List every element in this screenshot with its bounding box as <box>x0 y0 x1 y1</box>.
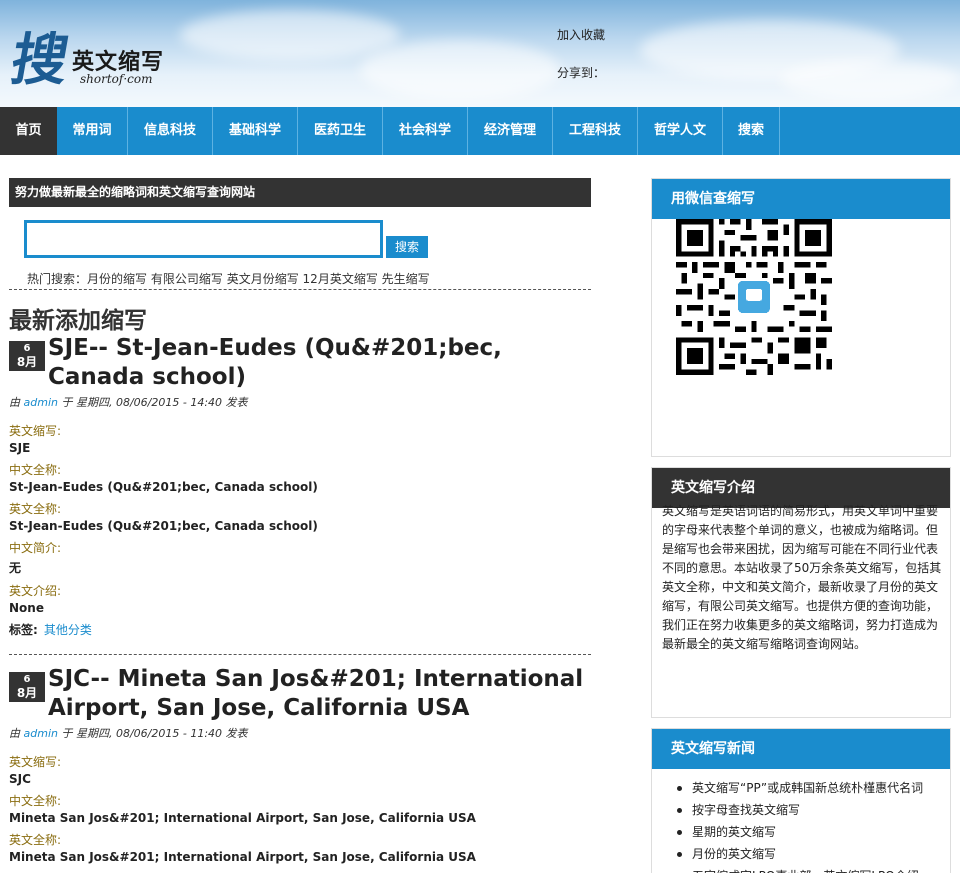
date-day: 6 <box>23 343 31 354</box>
search-button[interactable]: 搜索 <box>386 236 428 258</box>
nav-item-it[interactable]: 信息科技 <box>128 107 213 155</box>
post-title-link[interactable]: SJC-- Mineta San Jos&#201; International… <box>48 665 588 723</box>
search-input[interactable] <box>24 220 383 258</box>
nav-item-home[interactable]: 首页 <box>0 107 57 155</box>
post-meta: 由 admin 于 星期四, 08/06/2015 - 11:40 发表 <box>9 725 248 741</box>
news-item[interactable]: 英文缩写“PP”或成韩国新总统朴槿惠代名词 <box>676 777 923 799</box>
news-item[interactable]: 按字母查找英文缩写 <box>676 799 923 821</box>
field-label: 中文全称: <box>9 463 62 477</box>
site-logo[interactable]: 搜 英文缩写 shortof·com <box>6 27 182 100</box>
meta-date: 于 星期四, 08/06/2015 - 11:40 发表 <box>61 727 248 740</box>
nav-item-science[interactable]: 基础科学 <box>213 107 298 155</box>
divider <box>9 289 591 290</box>
field-value: None <box>9 601 44 615</box>
wechat-widget: 用微信查缩写 <box>651 178 951 457</box>
nav-item-social[interactable]: 社会科学 <box>383 107 468 155</box>
field-value: Mineta San Jos&#201; International Airpo… <box>9 850 476 864</box>
hot-search-link[interactable]: 英文月份缩写 <box>227 272 299 286</box>
date-day: 6 <box>23 674 31 685</box>
author-link[interactable]: admin <box>24 727 58 740</box>
field-label: 英文介绍: <box>9 584 62 598</box>
nav-item-engineering[interactable]: 工程科技 <box>553 107 638 155</box>
field-value: St-Jean-Eudes (Qu&#201;bec, Canada schoo… <box>9 519 318 533</box>
post-title-link[interactable]: SJE-- St-Jean-Eudes (Qu&#201;bec, Canada… <box>48 334 588 392</box>
meta-prefix: 由 <box>9 727 20 740</box>
hot-searches-label: 热门搜索： <box>27 272 88 286</box>
tag-label: 标签: <box>9 623 38 637</box>
field-value: St-Jean-Eudes (Qu&#201;bec, Canada schoo… <box>9 480 318 494</box>
hot-search-link[interactable]: 12月英文缩写 <box>303 272 378 286</box>
nav-item-common[interactable]: 常用词 <box>57 107 128 155</box>
hot-search-link[interactable]: 有限公司缩写 <box>151 272 223 286</box>
news-item[interactable]: 星期的英文缩写 <box>676 821 923 843</box>
nav-item-economy[interactable]: 经济管理 <box>468 107 553 155</box>
site-slogan: 努力做最新最全的缩略词和英文缩写查询网站 <box>9 178 591 207</box>
field-label: 中文简介: <box>9 541 62 555</box>
meta-date: 于 星期四, 08/06/2015 - 14:40 发表 <box>61 396 248 409</box>
post-entry: 6 8月 SJE-- St-Jean-Eudes (Qu&#201;bec, C… <box>9 334 591 644</box>
hot-search-link[interactable]: 先生缩写 <box>382 272 430 286</box>
intro-text: 英文缩写是英语词语的简易形式，用英文单词中重要的字母来代表整个单词的意义，也被成… <box>662 504 942 651</box>
nav-item-search[interactable]: 搜索 <box>723 107 780 155</box>
meta-prefix: 由 <box>9 396 20 409</box>
share-label: 分享到： <box>557 66 606 80</box>
author-link[interactable]: admin <box>24 396 58 409</box>
date-month: 8月 <box>16 686 38 700</box>
field-label: 英文全称: <box>9 833 62 847</box>
post-entry: 6 8月 SJC-- Mineta San Jos&#201; Internat… <box>9 665 591 873</box>
divider <box>9 654 591 655</box>
field-value: 无 <box>9 561 22 575</box>
field-value: SJE <box>9 441 31 455</box>
tag-line: 标签: 其他分类 <box>9 621 92 638</box>
date-badge: 6 8月 <box>9 672 45 702</box>
date-badge: 6 8月 <box>9 341 45 371</box>
news-item[interactable]: 五官缩成字LPO事业部，英文缩写LPO介绍 <box>692 865 923 873</box>
bookmark-link[interactable]: 加入收藏 <box>557 26 605 43</box>
hot-searches: 热门搜索：月份的缩写 有限公司缩写 英文月份缩写 12月英文缩写 先生缩写 <box>27 270 430 287</box>
main-nav: 首页 常用词 信息科技 基础科学 医药卫生 社会科学 经济管理 工程科技 哲学人… <box>0 107 960 155</box>
field-label: 英文缩写: <box>9 755 62 769</box>
widget-title: 英文缩写新闻 <box>652 729 950 769</box>
news-item[interactable]: 月份的英文缩写 <box>676 843 923 865</box>
field-label: 中文全称: <box>9 794 62 808</box>
qr-code-image <box>676 219 832 375</box>
date-month: 8月 <box>16 355 38 369</box>
widget-title: 用微信查缩写 <box>652 179 950 219</box>
hot-search-link[interactable]: 月份的缩写 <box>87 272 147 286</box>
logo-domain: shortof·com <box>80 72 153 86</box>
news-list: 英文缩写“PP”或成韩国新总统朴槿惠代名词 按字母查找英文缩写 星期的英文缩写 … <box>676 777 923 873</box>
nav-item-philosophy[interactable]: 哲学人文 <box>638 107 723 155</box>
field-value: Mineta San Jos&#201; International Airpo… <box>9 811 476 825</box>
logo-mark: 搜 <box>6 27 74 93</box>
site-header: 搜 英文缩写 shortof·com 加入收藏 分享到： <box>0 0 960 107</box>
field-value: SJC <box>9 772 31 786</box>
intro-widget: 英文缩写介绍 英文缩写是英语词语的简易形式，用英文单词中重要的字母来代表整个单词… <box>651 467 951 718</box>
field-label: 英文缩写: <box>9 424 62 438</box>
nav-item-medicine[interactable]: 医药卫生 <box>298 107 383 155</box>
section-title: 最新添加缩写 <box>9 308 147 334</box>
tag-link[interactable]: 其他分类 <box>44 623 92 637</box>
news-widget: 英文缩写新闻 英文缩写“PP”或成韩国新总统朴槿惠代名词 按字母查找英文缩写 星… <box>651 728 951 873</box>
post-meta: 由 admin 于 星期四, 08/06/2015 - 14:40 发表 <box>9 394 248 410</box>
field-label: 英文全称: <box>9 502 62 516</box>
